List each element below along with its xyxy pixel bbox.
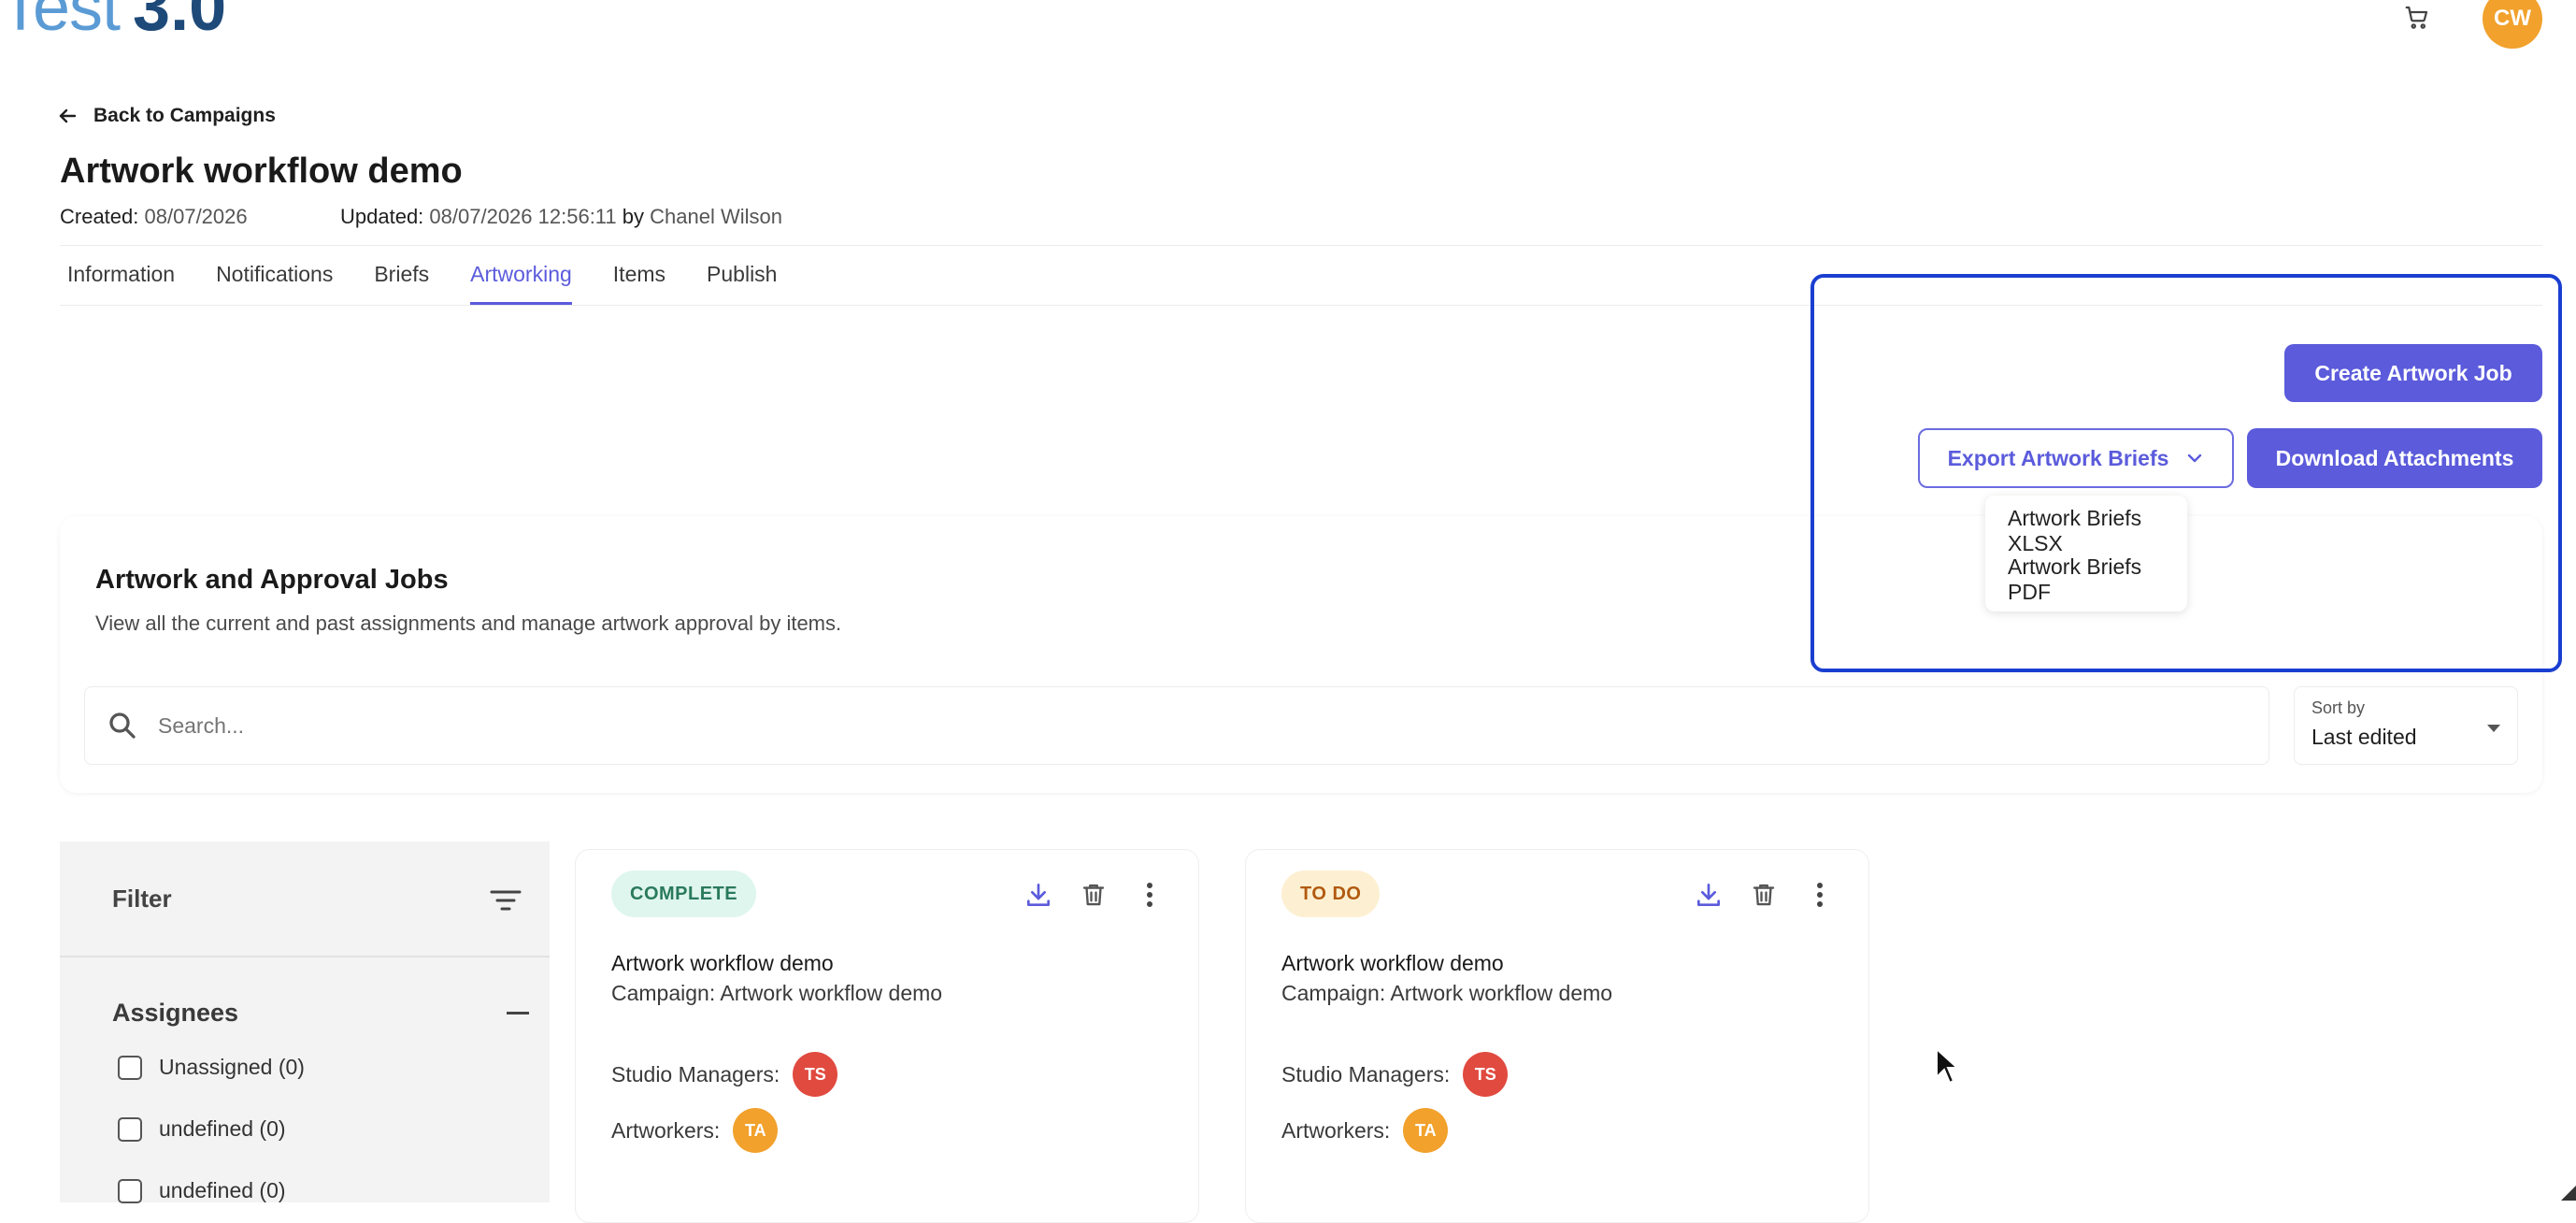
- studio-manager-avatar[interactable]: TS: [793, 1052, 838, 1097]
- logo-text: Test: [0, 0, 121, 45]
- search-icon: [109, 712, 136, 739]
- sort-label: Sort by: [2311, 698, 2366, 717]
- job-title: Artwork workflow demo: [611, 951, 834, 975]
- back-link-label: Back to Campaigns: [93, 105, 276, 126]
- updated-meta: Updated: 08/07/2026 12:56:11 by Chanel W…: [340, 205, 782, 229]
- jobs-section-subtitle: View all the current and past assignment…: [95, 612, 842, 635]
- studio-managers-label: Studio Managers:: [611, 1061, 780, 1086]
- status-badge: TO DO: [1281, 870, 1381, 917]
- arrow-left-icon: [59, 108, 77, 123]
- artworkers-label: Artworkers:: [1281, 1117, 1391, 1143]
- collapse-icon[interactable]: [507, 1012, 529, 1014]
- artworkers-row: Artworkers: TA: [611, 1108, 779, 1153]
- studio-managers-row: Studio Managers: TS: [1281, 1052, 1509, 1097]
- filter-option-undefined[interactable]: undefined (0): [118, 1178, 286, 1203]
- search-box: [84, 686, 2269, 765]
- studio-managers-label: Studio Managers:: [1281, 1061, 1451, 1086]
- job-campaign: Campaign: Artwork workflow demo: [611, 981, 943, 1005]
- export-button-label: Export Artwork Briefs: [1947, 445, 2169, 470]
- job-campaign: Campaign: Artwork workflow demo: [1281, 981, 1613, 1005]
- tab-notifications[interactable]: Notifications: [216, 262, 333, 305]
- checkbox[interactable]: [118, 1055, 142, 1080]
- download-icon[interactable]: [1020, 876, 1057, 914]
- filter-title: Filter: [112, 885, 172, 913]
- artworker-avatar[interactable]: TA: [1403, 1108, 1449, 1153]
- job-card[interactable]: TO DO Artwork workflow demo Campaign: Ar…: [1245, 849, 1869, 1223]
- menu-item-briefs-xlsx[interactable]: Artwork Briefs XLSX: [1985, 506, 2187, 555]
- create-artwork-job-button[interactable]: Create Artwork Job: [2284, 344, 2542, 402]
- page-title: Artwork workflow demo: [60, 151, 463, 191]
- download-icon[interactable]: [1690, 876, 1727, 914]
- tab-information[interactable]: Information: [67, 262, 175, 305]
- filter-panel: Filter Assignees Unassigned (0) undefine…: [60, 842, 550, 1203]
- mouse-cursor-icon: [1936, 1047, 1960, 1085]
- artworkers-label: Artworkers:: [611, 1117, 721, 1143]
- studio-managers-row: Studio Managers: TS: [611, 1052, 838, 1097]
- menu-item-briefs-pdf[interactable]: Artwork Briefs PDF: [1985, 554, 2187, 604]
- sort-value: Last edited: [2311, 725, 2417, 749]
- updated-label: Updated:: [340, 205, 424, 228]
- checkbox[interactable]: [118, 1178, 142, 1203]
- divider: [60, 245, 2542, 246]
- chevron-down-icon: [2188, 453, 2202, 463]
- more-options-icon[interactable]: [1131, 876, 1168, 914]
- created-value: 08/07/2026: [144, 205, 248, 228]
- filter-option-label: Unassigned (0): [159, 1055, 305, 1079]
- filter-icon[interactable]: [490, 888, 522, 913]
- download-attachments-button[interactable]: Download Attachments: [2247, 428, 2542, 488]
- checkbox[interactable]: [118, 1116, 142, 1142]
- back-to-campaigns-link[interactable]: Back to Campaigns: [56, 105, 276, 127]
- tab-publish[interactable]: Publish: [707, 262, 777, 305]
- artworker-avatar[interactable]: TA: [733, 1108, 779, 1153]
- updated-by-label: by: [622, 205, 645, 228]
- assignees-title: Assignees: [112, 999, 239, 1027]
- chevron-down-icon: [2487, 725, 2500, 732]
- updated-value: 08/07/2026 12:56:11: [429, 205, 617, 228]
- filter-option-label: undefined (0): [159, 1116, 286, 1141]
- job-title: Artwork workflow demo: [1281, 951, 1504, 975]
- created-label: Created:: [60, 205, 139, 228]
- user-avatar[interactable]: CW: [2483, 0, 2542, 49]
- export-dropdown-menu: Artwork Briefs XLSX Artwork Briefs PDF: [1985, 496, 2187, 612]
- updated-by-name: Chanel Wilson: [650, 205, 782, 228]
- logo-version: 3.0: [133, 0, 227, 45]
- filter-header: Filter: [60, 842, 550, 957]
- campaign-tabs: Information Notifications Briefs Artwork…: [67, 262, 818, 305]
- job-card[interactable]: COMPLETE Artwork workflow demo Campaign:…: [575, 849, 1199, 1223]
- export-artwork-briefs-button[interactable]: Export Artwork Briefs: [1918, 428, 2234, 488]
- created-meta: Created: 08/07/2026: [60, 205, 248, 229]
- filter-option-label: undefined (0): [159, 1178, 286, 1202]
- tab-artworking[interactable]: Artworking: [470, 262, 572, 305]
- app-logo[interactable]: Test 3.0: [0, 0, 226, 41]
- filter-option-undefined[interactable]: undefined (0): [118, 1116, 286, 1142]
- sort-select[interactable]: Sort by Last edited: [2294, 686, 2518, 765]
- artworkers-row: Artworkers: TA: [1281, 1108, 1449, 1153]
- status-badge: COMPLETE: [611, 870, 757, 917]
- filter-option-unassigned[interactable]: Unassigned (0): [118, 1055, 305, 1080]
- search-input[interactable]: [158, 712, 2214, 739]
- studio-manager-avatar[interactable]: TS: [1463, 1052, 1509, 1097]
- trash-icon[interactable]: [1745, 876, 1782, 914]
- jobs-section-title: Artwork and Approval Jobs: [95, 565, 449, 595]
- tab-briefs[interactable]: Briefs: [374, 262, 429, 305]
- tab-items[interactable]: Items: [613, 262, 665, 305]
- more-options-icon[interactable]: [1801, 876, 1839, 914]
- resize-corner-icon: [2561, 1186, 2576, 1201]
- cart-icon[interactable]: [2400, 0, 2434, 34]
- trash-icon[interactable]: [1075, 876, 1112, 914]
